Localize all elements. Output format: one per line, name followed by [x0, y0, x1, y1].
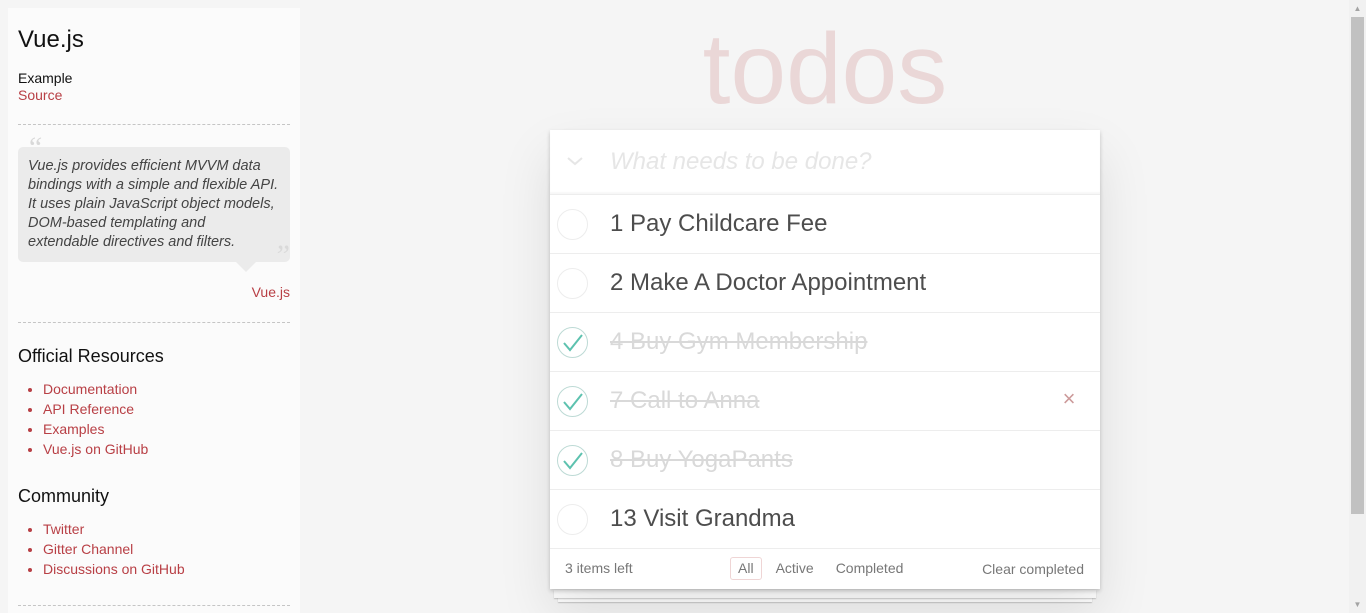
learn-sidebar: Vue.js Example Source “ Vue.js provides … — [8, 8, 300, 613]
todo-toggle-checkbox[interactable] — [557, 504, 588, 535]
new-todo-input[interactable] — [610, 130, 1090, 194]
list-item: Gitter Channel — [43, 539, 290, 559]
community-heading: Community — [18, 486, 110, 506]
destroy-x-icon[interactable]: × — [1060, 387, 1078, 411]
vue-github-link[interactable]: Vue.js on GitHub — [43, 441, 148, 457]
todo-label[interactable]: 1 Pay Childcare Fee — [610, 210, 827, 238]
items-left-count: 3 items left — [565, 560, 633, 576]
todo-list: 1 Pay Childcare Fee 2 Make A Doctor Appo… — [550, 195, 1100, 549]
api-reference-link[interactable]: API Reference — [43, 401, 134, 417]
scroll-down-icon[interactable]: ▼ — [1349, 596, 1366, 613]
app-title: todos — [702, 13, 948, 125]
todo-label[interactable]: 7 Call to Anna — [610, 387, 759, 415]
quote-source-link[interactable]: Vue.js — [252, 284, 290, 300]
source-link[interactable]: Source — [18, 87, 290, 104]
divider — [18, 605, 290, 606]
todo-label[interactable]: 4 Buy Gym Membership — [610, 328, 867, 356]
example-label: Example — [18, 70, 73, 86]
todo-toggle-checkbox[interactable] — [557, 327, 588, 358]
checkmark-icon — [563, 393, 583, 411]
official-resources-heading: Official Resources — [18, 346, 164, 366]
divider — [18, 322, 290, 323]
todo-item: 8 Buy YogaPants — [550, 431, 1100, 490]
community-list: Twitter Gitter Channel Discussions on Gi… — [18, 519, 290, 579]
quote-text: Vue.js provides efficient MVVM data bind… — [18, 147, 290, 272]
examples-link[interactable]: Examples — [43, 421, 104, 437]
todo-item: 1 Pay Childcare Fee — [550, 195, 1100, 254]
divider — [18, 124, 290, 125]
todo-toggle-checkbox[interactable] — [557, 268, 588, 299]
filters: All Active Completed — [730, 557, 911, 580]
todo-item: 7 Call to Anna × — [550, 372, 1100, 431]
chevron-down-icon[interactable] — [562, 148, 588, 174]
todo-toggle-checkbox[interactable] — [557, 209, 588, 240]
list-item: API Reference — [43, 399, 290, 419]
filter-active[interactable]: Active — [768, 557, 822, 580]
list-item: Vue.js on GitHub — [43, 439, 290, 459]
new-todo-row — [550, 130, 1100, 195]
todo-item: 4 Buy Gym Membership — [550, 313, 1100, 372]
list-item: Twitter — [43, 519, 290, 539]
gitter-channel-link[interactable]: Gitter Channel — [43, 541, 133, 557]
list-item: Discussions on GitHub — [43, 559, 290, 579]
twitter-link[interactable]: Twitter — [43, 521, 84, 537]
todo-app: 1 Pay Childcare Fee 2 Make A Doctor Appo… — [550, 130, 1100, 589]
chevron-down-icon-graphic — [567, 157, 583, 166]
filter-all[interactable]: All — [730, 557, 762, 580]
clear-completed-button[interactable]: Clear completed — [982, 561, 1084, 578]
stack-shadow — [554, 590, 1096, 598]
todo-label[interactable]: 8 Buy YogaPants — [610, 446, 793, 474]
quote-footer: Vue.js — [18, 284, 290, 302]
todo-toggle-checkbox[interactable] — [557, 386, 588, 417]
sidebar-title: Vue.js — [18, 26, 84, 53]
quote: “ Vue.js provides efficient MVVM data bi… — [18, 133, 290, 272]
documentation-link[interactable]: Documentation — [43, 381, 137, 397]
list-item: Documentation — [43, 379, 290, 399]
filter-completed[interactable]: Completed — [828, 557, 912, 580]
page-scrollbar[interactable]: ▲ ▼ — [1349, 0, 1366, 613]
checkmark-icon — [563, 334, 583, 352]
todo-toggle-checkbox[interactable] — [557, 445, 588, 476]
list-item: Examples — [43, 419, 290, 439]
checkmark-icon — [563, 452, 583, 470]
discussions-github-link[interactable]: Discussions on GitHub — [43, 561, 185, 577]
todo-footer: 3 items left All Active Completed Clear … — [550, 549, 1100, 589]
official-resources-list: Documentation API Reference Examples Vue… — [18, 379, 290, 459]
todo-label[interactable]: 13 Visit Grandma — [610, 505, 795, 533]
todo-item: 2 Make A Doctor Appointment — [550, 254, 1100, 313]
todo-label[interactable]: 2 Make A Doctor Appointment — [610, 269, 926, 297]
scroll-up-icon[interactable]: ▲ — [1349, 0, 1366, 17]
quote-close-mark: ” — [273, 239, 290, 272]
scroll-thumb[interactable] — [1351, 17, 1364, 514]
todo-item: 13 Visit Grandma — [550, 490, 1100, 549]
